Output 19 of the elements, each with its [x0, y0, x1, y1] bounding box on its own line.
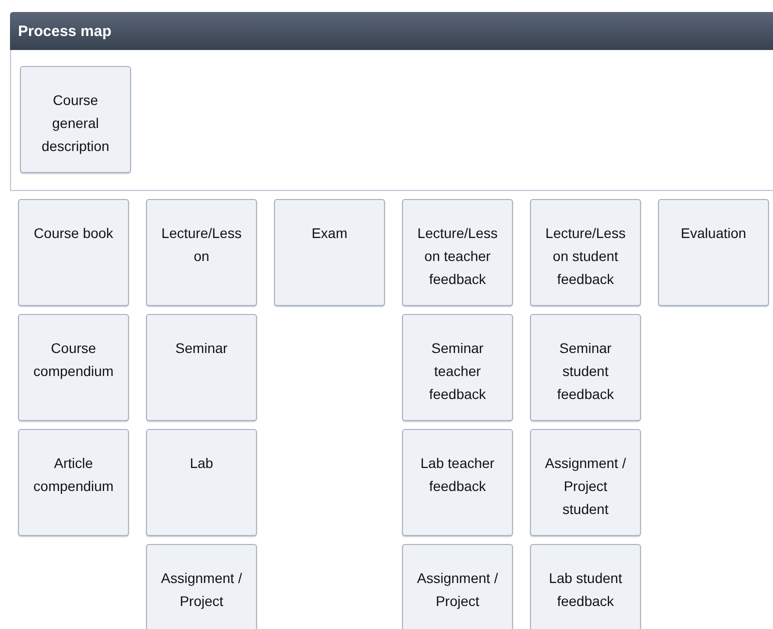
process-tile[interactable]: Seminar teacher feedback	[402, 314, 513, 421]
process-tile[interactable]: Seminar student feedback	[530, 314, 641, 421]
process-tile[interactable]: Lecture/Lesson teacher feedback	[402, 199, 513, 306]
process-tile[interactable]: Lecture/Lesson	[146, 199, 257, 306]
process-tile[interactable]: Lab	[146, 429, 257, 536]
process-tile[interactable]: Seminar	[146, 314, 257, 421]
process-tile[interactable]: Evaluation	[658, 199, 769, 306]
process-tile[interactable]: Course compendium	[18, 314, 129, 421]
process-tile[interactable]: Course book	[18, 199, 129, 306]
process-tile[interactable]: Assignment / Project	[402, 544, 513, 629]
process-tile[interactable]: Lecture/Lesson student feedback	[530, 199, 641, 306]
panel-header: Process map	[10, 12, 773, 50]
process-tile[interactable]: Lab teacher feedback	[402, 429, 513, 536]
process-tile[interactable]: Course general description	[20, 66, 131, 173]
process-tile[interactable]: Lab student feedback	[530, 544, 641, 629]
process-tile[interactable]: Assignment / Project student	[530, 429, 641, 536]
process-tile[interactable]: Exam	[274, 199, 385, 306]
process-tile[interactable]: Article compendium	[18, 429, 129, 536]
process-tile[interactable]: Assignment / Project	[146, 544, 257, 629]
